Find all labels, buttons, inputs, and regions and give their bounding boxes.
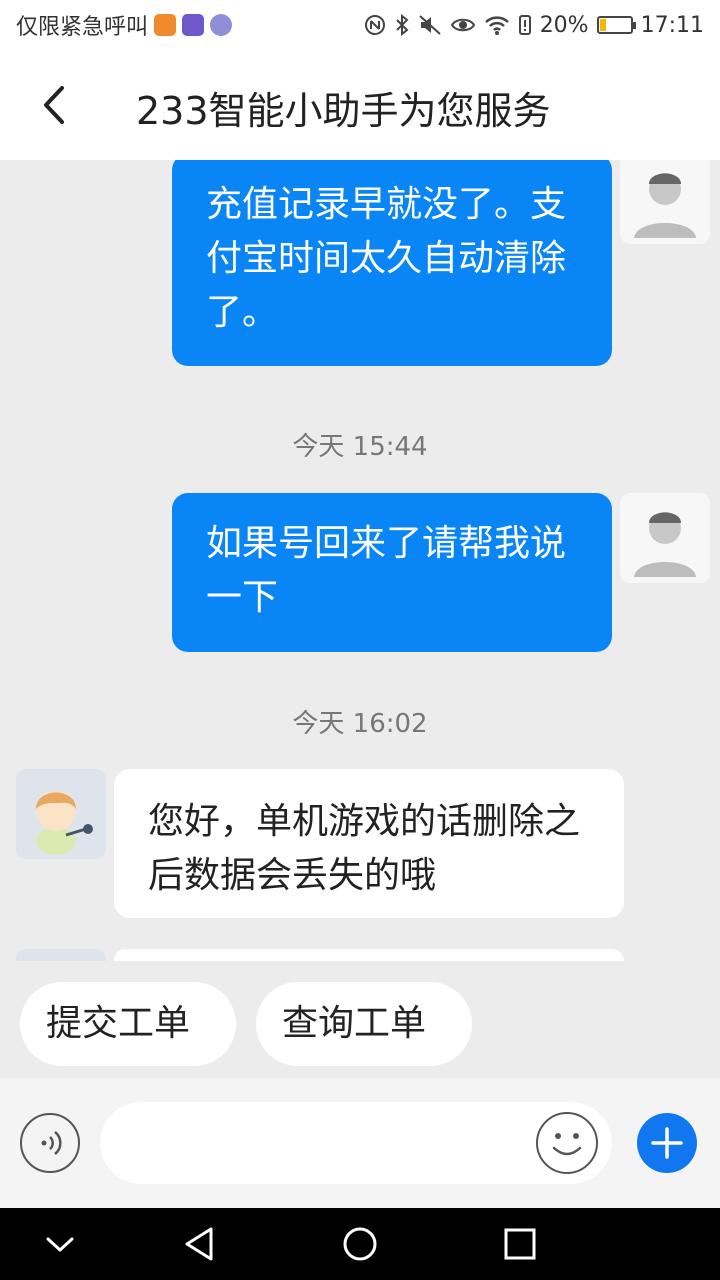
assistant-avatar-icon [36, 791, 93, 855]
message-text: 如果号回来了请帮我说一下 [206, 523, 567, 618]
chevron-left-icon[interactable] [30, 78, 80, 132]
message-text: 充值记录早就没了。支付宝时间太久自动清除了。 [206, 184, 567, 333]
chevron-down-icon[interactable] [38, 1222, 82, 1266]
chat-message-list[interactable]: 充值记录早就没了。支付宝时间太久自动清除了。 今天 15:44 如果号回来了请帮… [0, 160, 720, 961]
bluetooth-icon [395, 14, 409, 36]
assistant-message-bubble: 您好，单机游戏的话删除之后数据会丢失的哦 [114, 769, 624, 918]
battery-icon [596, 16, 636, 34]
video-app-icon [154, 14, 177, 36]
chat-app-icon [182, 14, 205, 36]
user-avatar[interactable] [620, 160, 710, 244]
plus-icon [651, 1127, 683, 1159]
square-recents-icon[interactable] [498, 1222, 542, 1266]
query-ticket-button[interactable]: 查询工单 [256, 982, 472, 1066]
assistant-avatar[interactable] [16, 949, 106, 961]
eye-icon [450, 18, 475, 32]
assistant-message-bubble [114, 949, 624, 961]
wifi-icon [484, 16, 509, 35]
message-text: 您好，单机游戏的话删除之后数据会丢失的哦 [148, 801, 581, 896]
nfc-icon [364, 15, 385, 35]
user-message-bubble: 充值记录早就没了。支付宝时间太久自动清除了。 [172, 160, 612, 366]
default-user-avatar-icon [634, 173, 696, 238]
default-user-avatar-icon [634, 512, 696, 577]
music-app-icon [210, 14, 233, 36]
triangle-back-icon[interactable] [178, 1222, 222, 1266]
mute-icon [419, 15, 441, 35]
system-navigation-bar [0, 1208, 720, 1280]
message-input-bar [0, 1078, 720, 1208]
submit-ticket-button[interactable]: 提交工单 [20, 982, 236, 1066]
battery-percent: 20% [539, 12, 589, 38]
message-timestamp: 今天 16:02 [292, 709, 428, 739]
voice-wave-icon [41, 1131, 62, 1155]
more-options-button[interactable] [637, 1113, 697, 1173]
circle-home-icon[interactable] [338, 1222, 382, 1266]
page-title: 233智能小助手为您服务 [136, 89, 551, 133]
voice-input-button[interactable] [20, 1113, 80, 1173]
user-message-bubble: 如果号回来了请帮我说一下 [172, 493, 612, 652]
emergency-call-text: 仅限紧急呼叫 [16, 15, 149, 40]
user-avatar[interactable] [620, 493, 710, 583]
assistant-avatar[interactable] [16, 769, 106, 859]
smiley-icon [552, 1133, 582, 1156]
battery-alert-icon [518, 15, 531, 35]
emoji-button[interactable] [536, 1112, 598, 1174]
message-timestamp: 今天 15:44 [292, 432, 428, 462]
chat-header: 233智能小助手为您服务 [0, 50, 720, 160]
clock: 17:11 [640, 12, 704, 38]
status-bar: 仅限紧急呼叫 20% 17:11 [0, 0, 720, 50]
